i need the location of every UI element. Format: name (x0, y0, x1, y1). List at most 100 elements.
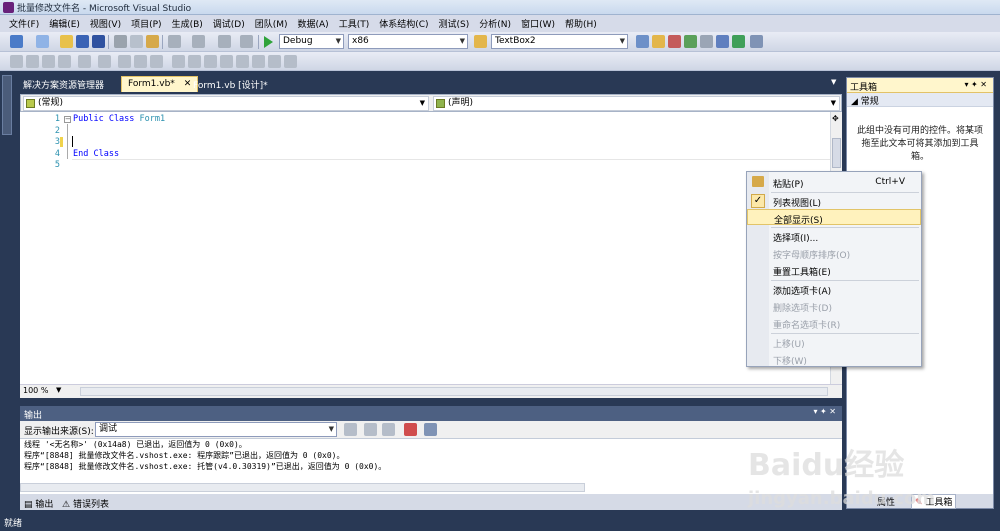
clear-all-icon[interactable] (404, 423, 417, 436)
word-wrap-icon[interactable] (424, 423, 437, 436)
menu-team[interactable]: 团队(M) (250, 17, 293, 30)
tab-output[interactable]: ▤ 输出 (24, 497, 53, 510)
toolbox-group-general[interactable]: ◢ 常规 (847, 93, 993, 107)
parameter-info-icon[interactable] (26, 55, 39, 68)
line-number: 5 (54, 160, 60, 170)
tab-solution-explorer[interactable]: 解决方案资源管理器 (17, 76, 110, 92)
save-icon[interactable] (76, 35, 89, 48)
start-page-icon[interactable] (716, 35, 729, 48)
clear-bookmarks-icon[interactable] (284, 55, 297, 68)
menu-help[interactable]: 帮助(H) (560, 17, 602, 30)
menu-file[interactable]: 文件(F) (4, 17, 44, 30)
output-text[interactable]: 线程 '<无名称>' (0x14a8) 已退出，返回值为 0 (0x0)。 程序… (20, 439, 842, 494)
text-editor-toolbar (0, 52, 1000, 71)
class-name-select[interactable]: (常规) ▼ (23, 96, 429, 111)
tab-list-dropdown-icon[interactable]: ▼ (825, 76, 842, 92)
toolbox-pin-icon[interactable]: ▾ ✦ ✕ (964, 80, 987, 89)
previous-message-icon[interactable] (364, 423, 377, 436)
configuration-select[interactable]: Debug ▼ (279, 34, 344, 49)
menu-data[interactable]: 数据(A) (293, 17, 334, 30)
copy-icon[interactable] (130, 35, 143, 48)
navigate-backward-icon[interactable] (218, 35, 231, 48)
method-name-select[interactable]: (声明) ▼ (433, 96, 840, 111)
start-debugging-icon[interactable] (264, 36, 273, 48)
save-all-icon[interactable] (92, 35, 105, 48)
decrease-indent-icon[interactable] (78, 55, 91, 68)
menu-item-choose-items[interactable]: 选择项(I)... (747, 228, 921, 244)
zoom-dropdown-icon[interactable]: ▼ (56, 386, 61, 394)
split-icon[interactable]: ✥ (832, 114, 839, 123)
tools-icon[interactable] (700, 35, 713, 48)
line-number: 1 (54, 114, 60, 124)
menu-item-reset-toolbox[interactable]: 重置工具箱(E) (747, 262, 921, 278)
text-cursor (72, 136, 73, 147)
redo-icon[interactable] (192, 35, 205, 48)
toolbox-icon[interactable] (684, 35, 697, 48)
paste-icon[interactable] (146, 35, 159, 48)
navigate-forward-icon[interactable] (240, 35, 253, 48)
code-editor[interactable]: 1 2 3 4 5 − Public Class Form1 End Class (20, 112, 830, 384)
baidu-watermark: Baidu经验 jingyan.baidu.com (748, 440, 988, 520)
properties-icon[interactable] (652, 35, 665, 48)
previous-bookmark-in-document-icon[interactable] (252, 55, 265, 68)
cut-icon[interactable] (114, 35, 127, 48)
scroll-thumb[interactable] (832, 138, 841, 168)
previous-bookmark-in-folder-icon[interactable] (220, 55, 233, 68)
word-completion-icon[interactable] (58, 55, 71, 68)
horizontal-scrollbar[interactable] (80, 387, 828, 396)
menu-build[interactable]: 生成(B) (167, 17, 208, 30)
open-folder-icon[interactable] (60, 35, 73, 48)
previous-bookmark-icon[interactable] (188, 55, 201, 68)
collapse-icon[interactable]: − (64, 116, 71, 123)
server-explorer-tab[interactable] (2, 75, 12, 135)
menu-test[interactable]: 测试(S) (434, 17, 475, 30)
toolbox-title: 工具箱 (850, 83, 878, 93)
menu-item-paste[interactable]: 粘贴(P) Ctrl+V (747, 174, 921, 190)
extension-manager-icon[interactable] (732, 35, 745, 48)
next-bookmark-in-folder-icon[interactable] (236, 55, 249, 68)
undo-icon[interactable] (168, 35, 181, 48)
platform-select[interactable]: x86 ▼ (348, 34, 468, 49)
quick-info-icon[interactable] (42, 55, 55, 68)
comment-icon[interactable] (118, 55, 131, 68)
menu-project[interactable]: 项目(P) (126, 17, 166, 30)
output-horizontal-scrollbar[interactable] (20, 483, 585, 492)
increase-indent-icon[interactable] (98, 55, 111, 68)
find-combo[interactable]: TextBox2 ▼ (491, 34, 628, 49)
next-bookmark-icon[interactable] (204, 55, 217, 68)
line-number: 4 (54, 149, 60, 159)
layout-icon[interactable] (750, 35, 763, 48)
display-object-member-list-icon[interactable] (10, 55, 23, 68)
solution-explorer-icon[interactable] (636, 35, 649, 48)
editor-zoom-row: 100 % ▼ (20, 384, 842, 398)
menu-analyze[interactable]: 分析(N) (474, 17, 516, 30)
menu-item-list-view[interactable]: ✓ 列表视图(L) (747, 193, 921, 209)
find-in-files-icon[interactable] (474, 35, 487, 48)
uncomment-icon[interactable] (134, 55, 147, 68)
menu-window[interactable]: 窗口(W) (516, 17, 560, 30)
menu-architecture[interactable]: 体系结构(C) (374, 17, 433, 30)
add-item-icon[interactable] (36, 35, 49, 48)
menu-edit[interactable]: 编辑(E) (44, 17, 85, 30)
output-close-icon[interactable]: ▾ ✦ ✕ (813, 407, 836, 416)
menu-item-show-all[interactable]: 全部显示(S) (747, 209, 921, 226)
find-message-icon[interactable] (344, 423, 357, 436)
toolbox-group-label: 常规 (860, 97, 879, 107)
output-source-select[interactable]: 调试 ▼ (95, 422, 337, 437)
tab-error-list[interactable]: ⚠ 错误列表 (62, 497, 109, 510)
object-browser-icon[interactable] (668, 35, 681, 48)
menu-debug[interactable]: 调试(D) (208, 17, 250, 30)
tab-form1-designer[interactable]: Form1.vb [设计]* (187, 76, 274, 92)
outline-icon[interactable] (150, 55, 163, 68)
menu-view[interactable]: 视图(V) (85, 17, 126, 30)
menu-item-add-tab[interactable]: 添加选项卡(A) (747, 281, 921, 297)
toggle-bookmark-icon[interactable] (172, 55, 185, 68)
output-title-bar: 输出 ▾ ✦ ✕ (20, 406, 842, 421)
standard-toolbar: Debug ▼ x86 ▼ TextBox2 ▼ (0, 32, 1000, 52)
zoom-level[interactable]: 100 % (23, 386, 48, 395)
next-bookmark-in-document-icon[interactable] (268, 55, 281, 68)
visual-studio-icon (3, 2, 14, 13)
menu-tools[interactable]: 工具(T) (334, 17, 375, 30)
new-project-icon[interactable] (10, 35, 23, 48)
next-message-icon[interactable] (382, 423, 395, 436)
